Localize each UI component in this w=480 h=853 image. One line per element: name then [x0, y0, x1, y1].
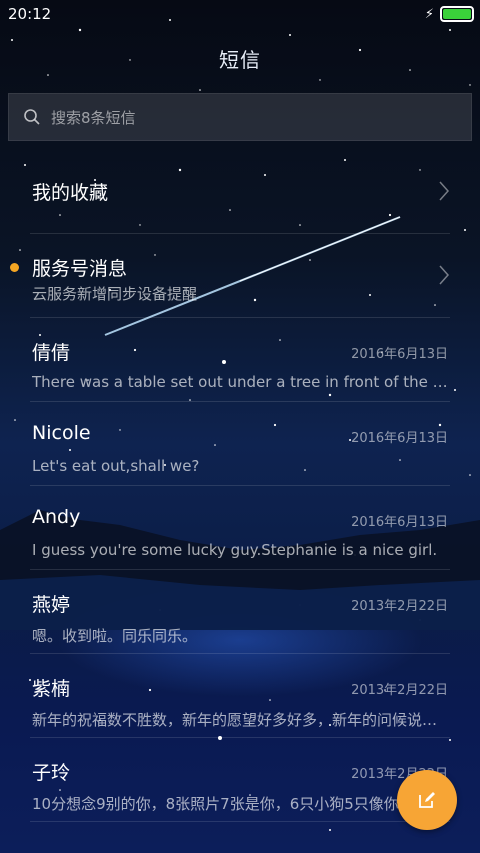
conversation-date: 2013年2月22日 [351, 683, 448, 698]
search-bar[interactable]: 搜索8条短信 [8, 93, 472, 141]
chevron-right-icon [439, 181, 450, 201]
conversation-preview: 新年的祝福数不胜数，新年的愿望好多好多，新年的问候说也说不完 [32, 711, 448, 729]
conversation-name: 倩倩 [32, 342, 71, 364]
list-item-favorites[interactable]: 我的收藏 [30, 150, 450, 234]
battery-icon [440, 6, 474, 22]
page-title: 短信 [219, 48, 261, 72]
conversation-date: 2016年6月13日 [351, 347, 448, 362]
list-item-conversation[interactable]: Andy 2016年6月13日 I guess you're some luck… [30, 486, 450, 570]
list-item-conversation[interactable]: 倩倩 2016年6月13日 There was a table set out … [30, 318, 450, 402]
search-icon [24, 109, 40, 125]
search-placeholder: 搜索8条短信 [51, 108, 136, 127]
status-time: 20:12 [8, 5, 52, 23]
chevron-right-icon [439, 265, 450, 285]
compose-icon [419, 792, 435, 808]
status-bar: 20:12 ⚡ [0, 0, 480, 28]
conversation-preview: There was a table set out under a tree i… [32, 373, 448, 391]
conversation-name: 子玲 [32, 762, 71, 784]
conversation-name: 紫楠 [32, 678, 71, 700]
conversation-preview: Let's eat out,shall we? [32, 457, 200, 475]
list-item-conversation[interactable]: 紫楠 2013年2月22日 新年的祝福数不胜数，新年的愿望好多好多，新年的问候说… [30, 654, 450, 738]
list-item-conversation[interactable]: Nicole 2016年6月13日 Let's eat out,shall we… [30, 402, 450, 486]
conversation-date: 2016年6月13日 [351, 431, 448, 446]
battery-level [443, 9, 471, 19]
status-indicators: ⚡ [425, 6, 474, 22]
conversation-name: Andy [32, 506, 81, 528]
conversation-preview: 10分想念9别的你，8张照片7张是你，6只小狗5只像你 [32, 795, 399, 813]
conversation-preview: 嗯。收到啦。同乐同乐。 [32, 627, 198, 645]
conversation-name: 服务号消息 [32, 258, 128, 280]
conversation-name: 燕婷 [32, 594, 71, 616]
list-item-service-messages[interactable]: 服务号消息 云服务新增同步设备提醒 [10, 234, 450, 318]
unread-dot [10, 263, 19, 272]
charging-icon: ⚡ [424, 6, 434, 22]
list-item-conversation[interactable]: 子玲 2013年2月22日 10分想念9别的你，8张照片7张是你，6只小狗5只像… [30, 738, 450, 822]
conversation-preview: I guess you're some lucky guy.Stephanie … [32, 541, 438, 559]
conversation-name: Nicole [32, 422, 91, 444]
list-item-conversation[interactable]: 燕婷 2013年2月22日 嗯。收到啦。同乐同乐。 [30, 570, 450, 654]
conversation-list: 我的收藏 服务号消息 云服务新增同步设备提醒 倩倩 2016年6月13日 The… [0, 150, 480, 822]
conversation-date: 2016年6月13日 [351, 515, 448, 530]
conversation-name: 我的收藏 [32, 182, 109, 204]
conversation-date: 2013年2月22日 [351, 599, 448, 614]
compose-button[interactable] [397, 770, 457, 830]
conversation-preview: 云服务新增同步设备提醒 [32, 285, 198, 303]
